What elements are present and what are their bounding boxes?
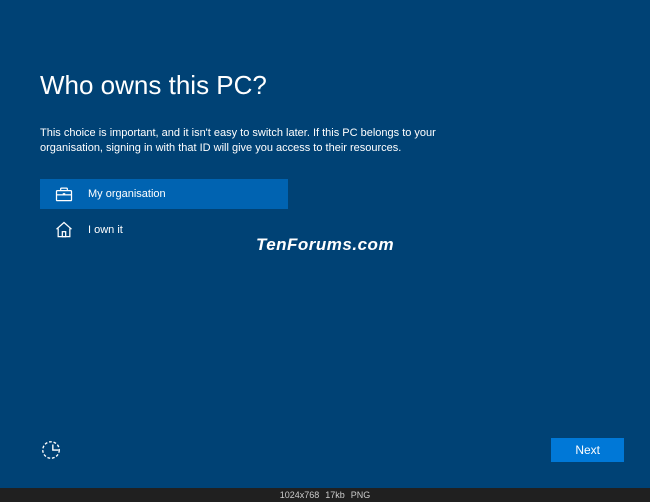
- oobe-setup-screen: Who owns this PC? This choice is importa…: [0, 0, 650, 488]
- option-label: I own it: [88, 224, 123, 236]
- watermark-text: TenForums.com: [256, 235, 394, 255]
- option-label: My organisation: [88, 188, 166, 200]
- page-description: This choice is important, and it isn't e…: [40, 126, 500, 157]
- option-i-own-it[interactable]: I own it: [40, 215, 288, 245]
- next-button[interactable]: Next: [551, 438, 624, 462]
- footer-bar: Next: [40, 438, 624, 462]
- option-organisation[interactable]: My organisation: [40, 179, 288, 209]
- briefcase-icon: [54, 184, 74, 204]
- status-dimensions: 1024x768: [280, 490, 320, 500]
- status-filesize: 17kb: [325, 490, 345, 500]
- status-format: PNG: [351, 490, 371, 500]
- image-status-bar: 1024x768 17kb PNG: [0, 488, 650, 502]
- page-title: Who owns this PC?: [40, 70, 610, 101]
- ease-of-access-icon[interactable]: [40, 439, 62, 461]
- home-icon: [54, 220, 74, 240]
